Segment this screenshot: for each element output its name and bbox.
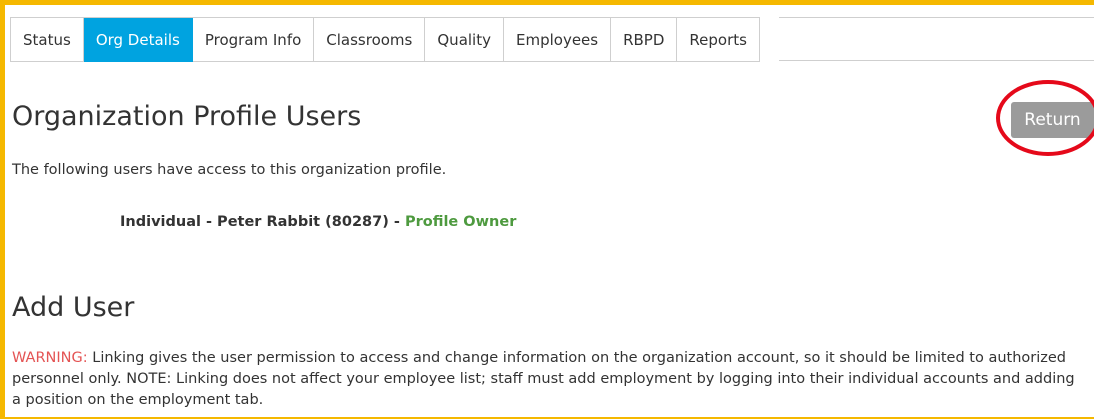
add-user-title: Add User bbox=[12, 292, 135, 323]
warning-label: WARNING: bbox=[12, 350, 88, 366]
tab-quality[interactable]: Quality bbox=[425, 18, 504, 62]
tab-program-info[interactable]: Program Info bbox=[192, 18, 315, 62]
user-description: Individual - Peter Rabbit (80287) - bbox=[120, 214, 405, 230]
tab-bar: Status Org Details Program Info Classroo… bbox=[10, 17, 760, 62]
tab-employees[interactable]: Employees bbox=[503, 18, 612, 62]
tab-reports[interactable]: Reports bbox=[677, 18, 760, 62]
warning-text: Linking gives the user permission to acc… bbox=[12, 350, 1075, 408]
tab-status[interactable]: Status bbox=[10, 18, 84, 62]
user-role-badge: Profile Owner bbox=[404, 214, 517, 230]
page-title: Organization Profile Users bbox=[12, 101, 362, 132]
tab-bar-rule bbox=[779, 17, 1094, 61]
tab-org-details[interactable]: Org Details bbox=[83, 18, 193, 62]
return-button[interactable]: Return bbox=[1011, 102, 1094, 138]
tab-classrooms[interactable]: Classrooms bbox=[314, 18, 426, 62]
user-list-item: Individual - Peter Rabbit (80287) - Prof… bbox=[120, 214, 516, 230]
warning-notice: WARNING: Linking gives the user permissi… bbox=[12, 348, 1082, 411]
return-area: Return bbox=[996, 80, 1094, 156]
tab-rbpd[interactable]: RBPD bbox=[611, 18, 678, 62]
users-intro-text: The following users have access to this … bbox=[12, 162, 447, 178]
